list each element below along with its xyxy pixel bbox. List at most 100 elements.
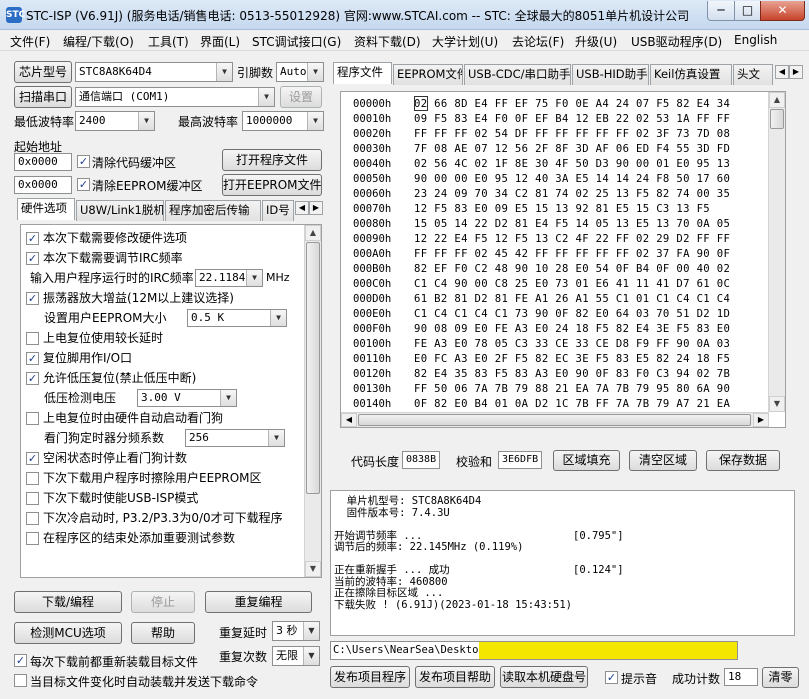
scroll-left-icon[interactable]: ◀ [341, 413, 357, 427]
hex-row[interactable]: 00120h 82 E4 35 83 F5 83 A3 E0 90 0F 83 F… [341, 367, 767, 382]
hex-editor[interactable]: 00000h 02 66 8D E4 FF EF 75 F0 0E A4 24 0… [340, 91, 786, 428]
watchdog-prescaler-select[interactable]: 256 ▼ [185, 429, 285, 447]
path-field[interactable]: C:\Users\NearSea\Desktop [330, 641, 738, 660]
menu-interface[interactable]: 界面(L) [200, 33, 240, 50]
hex-row[interactable]: 00030h 7F 08 AE 07 12 56 2F 8F 3D AF 06 E… [341, 142, 767, 157]
hex-bytes[interactable]: 23 24 09 70 34 C2 81 74 02 25 13 F5 82 7… [414, 187, 730, 202]
publish-program-button[interactable]: 发布项目程序 [330, 666, 410, 688]
checkbox[interactable] [26, 492, 39, 505]
hex-bytes[interactable]: 61 B2 81 D2 81 FE A1 26 A1 55 C1 01 C1 C… [414, 292, 730, 307]
hex-bytes[interactable]: 7F 08 AE 07 12 56 2F 8F 3D AF 06 ED F4 5… [414, 142, 730, 157]
hex-row[interactable]: 000D0h 61 B2 81 D2 81 FE A1 26 A1 55 C1 0… [341, 292, 767, 307]
title-bar[interactable]: STC STC-ISP (V6.91J) (服务电话/销售电话: 0513-55… [0, 0, 809, 30]
hex-row[interactable]: 00080h 15 05 14 22 D2 81 E4 F5 14 05 13 E… [341, 217, 767, 232]
checkbox[interactable]: ✓ [26, 452, 39, 465]
hex-bytes[interactable]: 12 F5 83 E0 09 E5 15 13 92 81 E5 15 C3 1… [414, 202, 710, 217]
fill-area-button[interactable]: 区域填充 [553, 450, 620, 471]
menu-file[interactable]: 文件(F) [10, 33, 50, 50]
eeprom-size-select[interactable]: 0.5 K ▼ [187, 309, 287, 327]
min-baud-select[interactable]: 2400 ▼ [75, 111, 155, 131]
checkbox[interactable] [26, 332, 39, 345]
maximize-button[interactable]: □ [734, 1, 761, 21]
pin-count-select[interactable]: Auto ▼ [276, 62, 324, 82]
checkbox[interactable]: ✓ [26, 292, 39, 305]
tab-scroll-left-icon[interactable]: ◀ [775, 65, 789, 79]
save-data-button[interactable]: 保存数据 [706, 450, 780, 471]
tab-scroll-left-icon[interactable]: ◀ [295, 201, 309, 215]
check-mcu-options-button[interactable]: 检测MCU选项 [14, 622, 122, 644]
option-reset-as-io[interactable]: ✓ 复位脚用作I/O口 [26, 349, 132, 367]
hex-row[interactable]: 00100h FE A3 E0 78 05 C3 33 CE 33 CE D8 F… [341, 337, 767, 352]
hex-vertical-scrollbar[interactable]: ▲ ▼ [768, 92, 785, 412]
hex-row[interactable]: 00050h 90 00 00 E0 95 12 40 3A E5 14 14 2… [341, 172, 767, 187]
auto-load-checkbox[interactable] [14, 674, 27, 687]
hex-bytes[interactable]: 90 08 09 E0 FE A3 E0 24 18 F5 82 E4 3E F… [414, 322, 730, 337]
menu-usb-driver[interactable]: USB驱动程序(D) [631, 33, 722, 50]
tab-eeprom-file[interactable]: EEPROM文件 [393, 64, 463, 85]
code-address-input[interactable]: 0x0000 [14, 153, 72, 171]
scroll-thumb[interactable] [770, 109, 784, 129]
checkbox[interactable] [26, 512, 39, 525]
hex-bytes[interactable]: 82 E4 35 83 F5 83 A3 E0 90 0F 83 F0 C3 9… [414, 367, 730, 382]
option-usb-isp[interactable]: 下次下载时使能USB-ISP模式 [26, 489, 198, 507]
clear-count-button[interactable]: 清零 [762, 667, 799, 688]
tab-scroll-right-icon[interactable]: ▶ [309, 201, 323, 215]
tab-encrypted-transfer[interactable]: 程序加密后传输 [165, 200, 261, 221]
hex-bytes[interactable]: 15 05 14 22 D2 81 E4 F5 14 05 13 E5 13 7… [414, 217, 730, 232]
clear-eeprom-checkbox[interactable]: ✓ [77, 178, 90, 191]
hex-row[interactable]: 00140h 0F 82 E0 B4 01 0A D2 1C 7B FF 7A 7… [341, 397, 767, 412]
menu-upgrade[interactable]: 升级(U) [575, 33, 617, 50]
irc-frequency-input[interactable]: 22.1184 ▼ [195, 269, 263, 287]
repeat-count-select[interactable]: 无限 ▼ [272, 646, 320, 666]
hex-bytes[interactable]: C1 C4 90 00 C8 25 E0 73 01 E6 41 11 41 D… [414, 277, 730, 292]
tab-hid-assistant[interactable]: USB-HID助手 [572, 64, 649, 85]
reprogram-button[interactable]: 重复编程 [205, 591, 312, 613]
option-modify-hardware[interactable]: ✓ 本次下载需要修改硬件选项 [26, 229, 187, 247]
tab-hardware-options[interactable]: 硬件选项 [17, 198, 75, 220]
option-add-test-params[interactable]: 在程序区的结束处添加重要测试参数 [26, 529, 235, 547]
hex-row[interactable]: 000F0h 90 08 09 E0 FE A3 E0 24 18 F5 82 E… [341, 322, 767, 337]
chip-model-button[interactable]: 芯片型号 [14, 61, 72, 83]
menu-downloads[interactable]: 资料下载(D) [354, 33, 421, 50]
checkbox[interactable] [26, 472, 39, 485]
hex-bytes[interactable]: 09 F5 83 E4 F0 0F EF B4 12 EB 22 02 53 1… [414, 112, 730, 127]
chip-model-select[interactable]: STC8A8K64D4 ▼ [75, 62, 233, 82]
checkbox[interactable]: ✓ [26, 252, 39, 265]
hex-bytes[interactable]: E0 FC A3 E0 2F F5 82 EC 3E F5 83 E5 82 2… [414, 352, 730, 367]
option-power-on-delay[interactable]: 上电复位使用较长延时 [26, 329, 163, 347]
hex-bytes[interactable]: FF 50 06 7A 7B 79 88 21 EA 7A 7B 79 95 8… [414, 382, 730, 397]
hex-bytes[interactable]: FF FF FF 02 45 42 FF FF FF FF FF 02 37 F… [414, 247, 730, 262]
reload-each-checkbox[interactable]: ✓ [14, 654, 27, 667]
option-oscillator-gain[interactable]: ✓ 振荡器放大增益(12M以上建议选择) [26, 289, 234, 307]
tab-keil-settings[interactable]: Keil仿真设置 [650, 64, 732, 85]
tab-program-file[interactable]: 程序文件 [333, 62, 392, 84]
scroll-thumb[interactable] [306, 242, 320, 494]
tab-serial-assistant[interactable]: USB-CDC/串口助手 [464, 64, 571, 85]
read-disk-id-button[interactable]: 读取本机硬盘号 [500, 666, 588, 688]
menu-university[interactable]: 大学计划(U) [432, 33, 498, 50]
clear-code-checkbox[interactable]: ✓ [77, 155, 90, 168]
scroll-down-icon[interactable]: ▼ [769, 396, 785, 412]
hex-row[interactable]: 00130h FF 50 06 7A 7B 79 88 21 EA 7A 7B 7… [341, 382, 767, 397]
hex-row[interactable]: 00090h 12 22 E4 F5 12 F5 13 C2 4F 22 FF 0… [341, 232, 767, 247]
output-log[interactable]: 单片机型号: STC8A8K64D4 固件版本号: 7.4.3U 开始调节频率 .… [330, 490, 795, 636]
checkbox[interactable]: ✓ [26, 232, 39, 245]
hex-row[interactable]: 000E0h C1 C4 C1 C4 C1 73 90 0F 82 E0 64 0… [341, 307, 767, 322]
open-program-button[interactable]: 打开程序文件 [222, 149, 322, 171]
menu-tools[interactable]: 工具(T) [148, 33, 189, 50]
hex-row[interactable]: 00000h 02 66 8D E4 FF EF 75 F0 0E A4 24 0… [341, 97, 767, 112]
settings-button[interactable]: 设置 [280, 86, 322, 108]
tab-scroll-right-icon[interactable]: ▶ [789, 65, 803, 79]
hex-bytes[interactable]: 90 00 00 E0 95 12 40 3A E5 14 14 24 F8 5… [414, 172, 730, 187]
menu-forum[interactable]: 去论坛(F) [512, 33, 564, 50]
option-adjust-irc[interactable]: ✓ 本次下载需要调节IRC频率 [26, 249, 183, 267]
option-cold-start-p32[interactable]: 下次冷启动时, P3.2/P3.3为0/0才可下载程序 [26, 509, 283, 527]
hex-row[interactable]: 000C0h C1 C4 90 00 C8 25 E0 73 01 E6 41 1… [341, 277, 767, 292]
hex-bytes[interactable]: 0F 82 E0 B4 01 0A D2 1C 7B FF 7A 7B 79 A… [414, 397, 730, 412]
tab-id-number[interactable]: ID号 [262, 200, 294, 221]
menu-program[interactable]: 编程/下载(O) [63, 33, 134, 50]
low-voltage-select[interactable]: 3.00 V ▼ [137, 389, 237, 407]
hex-bytes[interactable]: 82 EF F0 C2 48 90 10 28 E0 54 0F B4 0F 0… [414, 262, 730, 277]
hex-row[interactable]: 00110h E0 FC A3 E0 2F F5 82 EC 3E F5 83 E… [341, 352, 767, 367]
close-button[interactable]: ✕ [760, 1, 805, 21]
